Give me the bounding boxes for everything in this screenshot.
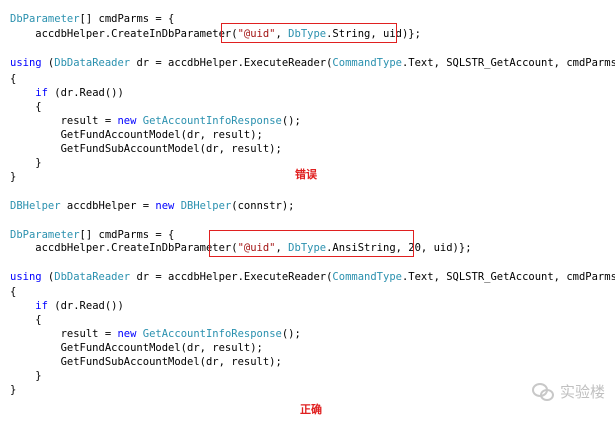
code-line: { xyxy=(10,100,615,114)
code-token: (connstr); xyxy=(231,200,295,212)
code-token: { xyxy=(10,73,17,85)
code-token: DbParameter xyxy=(10,13,80,25)
code-token: (); xyxy=(281,328,301,340)
code-line: using (DbDataReader dr = accdbHelper.Exe… xyxy=(10,56,615,72)
code-line: } xyxy=(10,369,615,383)
code-token: }; xyxy=(458,242,472,254)
code-token: new xyxy=(117,328,137,340)
code-line: if (dr.Read()) xyxy=(10,86,615,100)
code-token: DbDataReader xyxy=(54,57,131,69)
label-right: 正确 xyxy=(300,403,322,416)
code-line: } xyxy=(10,383,615,397)
code-line: GetFundSubAccountModel(dr, result); xyxy=(10,355,615,369)
code-token: dr = accdbHelper.ExecuteReader( xyxy=(130,57,333,69)
code-token: accdbHelper.CreateInDbParameter( xyxy=(10,28,238,40)
code-line: GetFundAccountModel(dr, result); xyxy=(10,128,615,142)
code-line: { xyxy=(10,285,615,299)
code-token: DBHelper xyxy=(10,200,61,212)
code-line: result = new GetAccountInfoResponse(); xyxy=(10,327,615,341)
code-token: } xyxy=(10,171,17,183)
code-line: GetFundAccountModel(dr, result); xyxy=(10,341,615,355)
code-token: if xyxy=(35,300,48,312)
code-line: result = new GetAccountInfoResponse(); xyxy=(10,114,615,128)
code-token: DBHelper xyxy=(180,200,232,212)
code-token: GetAccountInfoResponse xyxy=(142,115,282,127)
highlight-box-wrong xyxy=(221,23,397,43)
code-line: { xyxy=(10,72,615,86)
wechat-icon xyxy=(531,382,554,401)
code-token: CommandType xyxy=(332,57,402,69)
code-token: result = xyxy=(10,115,118,127)
code-token: } xyxy=(10,157,42,169)
code-token: .Text, SQLSTR_GetAccount, cmdParms)) xyxy=(401,271,615,283)
code-token: } xyxy=(10,370,42,382)
code-token: DbParameter xyxy=(10,229,80,241)
watermark-text: 实验楼 xyxy=(559,383,605,401)
code-token: (); xyxy=(281,115,301,127)
code-line: { xyxy=(10,313,615,327)
code-token: { xyxy=(10,286,17,298)
code-line: using (DbDataReader dr = accdbHelper.Exe… xyxy=(10,270,615,285)
code-token: }; xyxy=(408,28,421,40)
code-line: if (dr.Read()) xyxy=(10,299,615,313)
code-token: GetFundSubAccountModel(dr, result); xyxy=(10,356,282,368)
code-token: if xyxy=(35,87,48,99)
code-token: } xyxy=(10,384,17,396)
code-token: [] cmdParms = { xyxy=(79,13,175,25)
highlight-box-right xyxy=(209,230,414,257)
code-token: GetAccountInfoResponse xyxy=(142,328,282,340)
code-block-right: DBHelper accdbHelper = new DBHelper(conn… xyxy=(10,199,615,397)
watermark: 实验楼 xyxy=(531,381,605,402)
code-token: .Text, SQLSTR_GetAccount, cmdParms)) xyxy=(401,57,615,69)
code-token: result = xyxy=(10,328,118,340)
code-token: using xyxy=(10,271,42,283)
code-token: new xyxy=(155,200,175,212)
code-token: accdbHelper = xyxy=(60,200,156,212)
code-token: (dr.Read()) xyxy=(47,300,124,312)
code-token: dr = accdbHelper.ExecuteReader( xyxy=(130,271,333,283)
code-token: GetFundAccountModel(dr, result); xyxy=(10,342,263,354)
code-line: GetFundSubAccountModel(dr, result); xyxy=(10,142,615,156)
code-token: ( xyxy=(41,271,55,283)
code-token: DbDataReader xyxy=(54,271,131,283)
code-token: CommandType xyxy=(332,271,402,283)
code-line: DBHelper accdbHelper = new DBHelper(conn… xyxy=(10,199,615,213)
code-token: { xyxy=(10,314,42,326)
label-wrong: 错误 xyxy=(295,168,317,181)
code-token: [] cmdParms = { xyxy=(79,229,175,241)
code-token: (dr.Read()) xyxy=(47,87,124,99)
code-token: new xyxy=(117,115,137,127)
code-token: GetFundSubAccountModel(dr, result); xyxy=(10,143,282,155)
code-token: accdbHelper.CreateInDbParameter( xyxy=(10,242,238,254)
code-token: { xyxy=(10,101,42,113)
code-token: ( xyxy=(41,57,55,69)
code-token: GetFundAccountModel(dr, result); xyxy=(10,129,263,141)
code-token: using xyxy=(10,57,42,69)
